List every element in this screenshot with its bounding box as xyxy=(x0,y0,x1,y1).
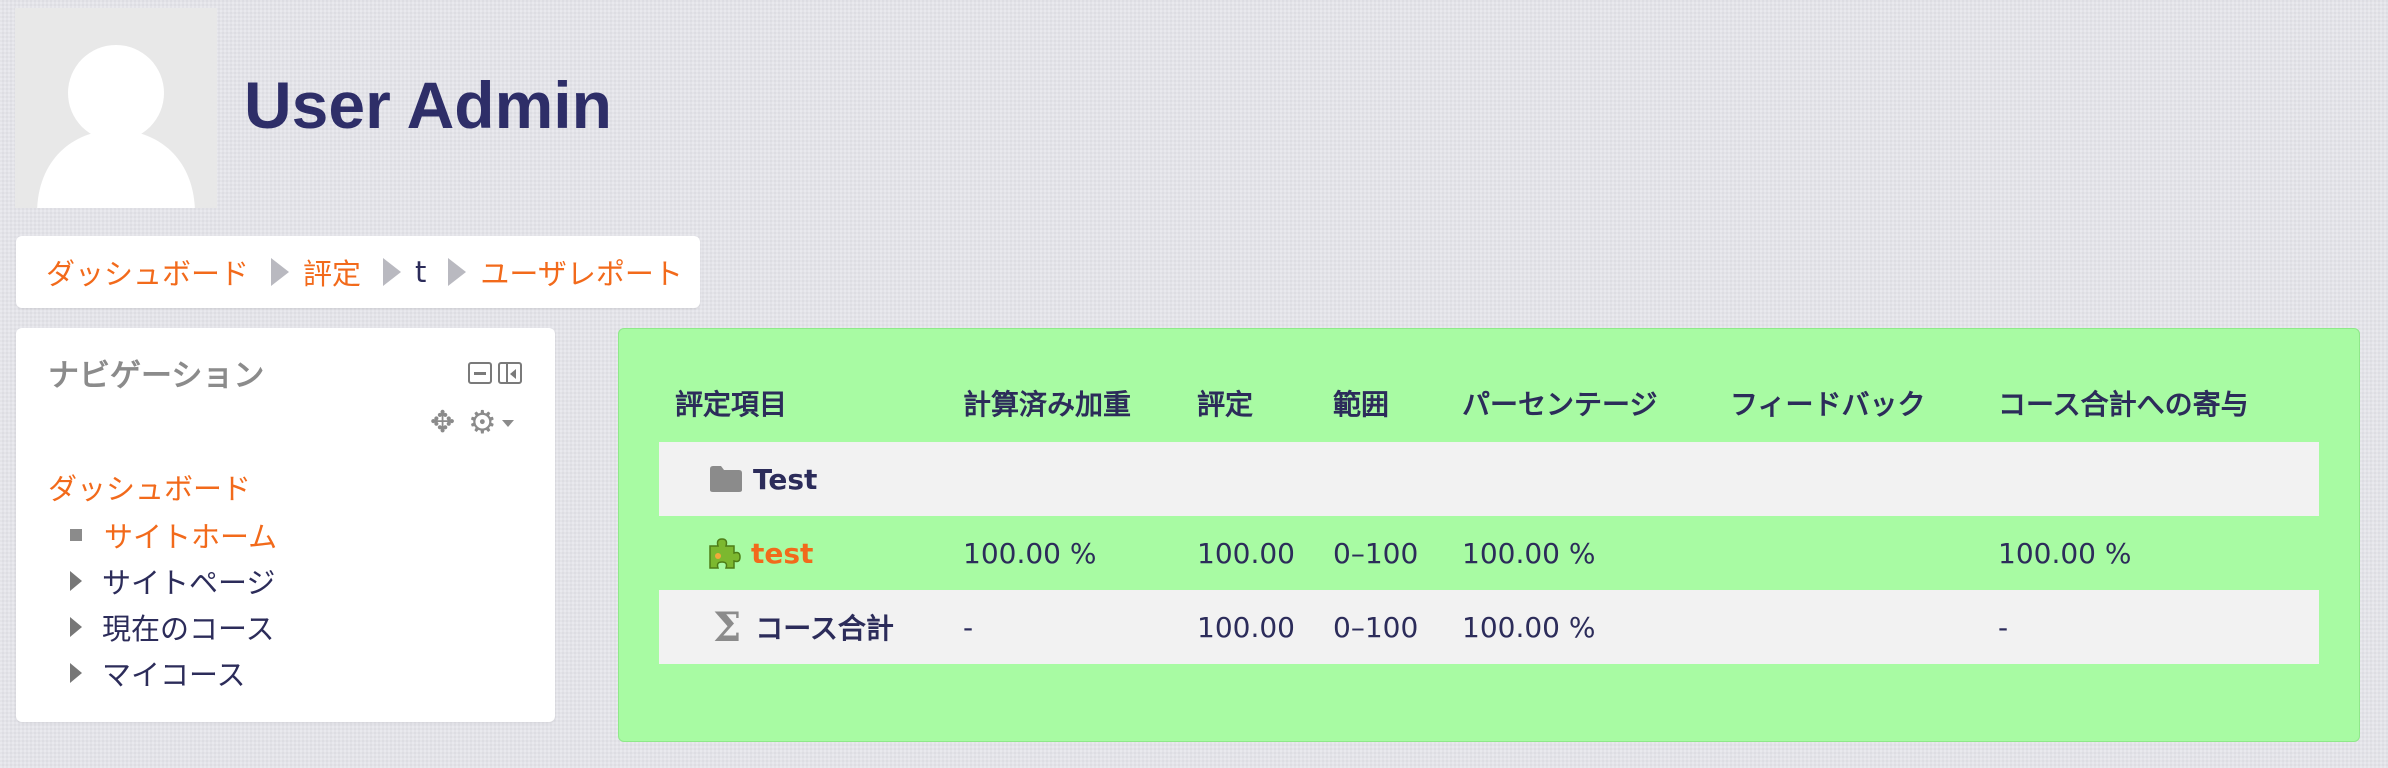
breadcrumb-dashboard[interactable]: ダッシュボード xyxy=(46,251,249,293)
item-percentage: 100.00 % xyxy=(1462,536,1596,570)
course-total-cell: Σ コース合計 xyxy=(713,590,894,664)
expand-arrow-icon xyxy=(70,663,82,683)
chevron-down-icon[interactable] xyxy=(502,420,514,427)
nav-item-my-courses[interactable]: マイコース xyxy=(56,652,246,694)
grade-item-link[interactable]: test xyxy=(751,537,813,570)
column-header-range: 範囲 xyxy=(1333,388,1390,421)
expand-arrow-icon xyxy=(70,617,82,637)
category-name: Test xyxy=(753,462,818,496)
column-header-feedback: フィードバック xyxy=(1730,388,1926,421)
column-header-grade: 評定 xyxy=(1197,388,1254,421)
page-title: User Admin xyxy=(244,68,612,142)
category-name-cell: Test xyxy=(709,442,817,516)
expand-arrow-icon xyxy=(70,571,82,591)
total-weight: - xyxy=(963,610,974,644)
gear-icon[interactable]: ⚙ xyxy=(468,406,497,438)
bullet-icon xyxy=(70,529,82,541)
user-avatar[interactable] xyxy=(15,8,217,208)
breadcrumb-separator-icon xyxy=(271,258,290,286)
table-row-grade-item: test 100.00 % 100.00 0–100 100.00 % 100.… xyxy=(659,518,2319,588)
nav-item-label: マイコース xyxy=(102,658,246,692)
user-report-panel: 評定項目 計算済み加重 評定 範囲 パーセンテージ フィードバック コース合計へ… xyxy=(618,328,2360,742)
item-range: 0–100 xyxy=(1333,536,1419,570)
nav-item-label: サイトホーム xyxy=(104,520,278,554)
sigma-icon: Σ xyxy=(713,603,742,651)
nav-dashboard-link[interactable]: ダッシュボード xyxy=(48,466,251,508)
nav-item-label: 現在のコース xyxy=(102,612,275,646)
item-weight: 100.00 % xyxy=(963,536,1097,570)
navigation-title: ナビゲーション xyxy=(48,358,265,394)
table-row-course-total: Σ コース合計 - 100.00 0–100 100.00 % - xyxy=(659,590,2319,664)
nav-item-site-pages[interactable]: サイトページ xyxy=(56,560,275,602)
nav-item-label: サイトページ xyxy=(102,566,276,600)
breadcrumb-separator-icon xyxy=(383,258,402,286)
breadcrumb-separator-icon xyxy=(448,258,467,286)
total-range: 0–100 xyxy=(1333,610,1419,644)
total-grade: 100.00 xyxy=(1197,610,1295,644)
nav-item-current-course[interactable]: 現在のコース xyxy=(56,606,275,648)
item-name-cell: test xyxy=(707,518,813,588)
table-row-category: Test xyxy=(659,442,2319,516)
nav-item-site-home[interactable]: サイトホーム xyxy=(56,514,277,556)
user-silhouette-icon xyxy=(15,8,217,208)
column-header-calculated-weight: 計算済み加重 xyxy=(963,388,1132,421)
breadcrumb-grades[interactable]: 評定 xyxy=(303,251,361,293)
total-contribution: - xyxy=(1998,610,2009,644)
folder-icon xyxy=(710,466,742,492)
item-grade: 100.00 xyxy=(1197,536,1295,570)
breadcrumb: ダッシュボード 評定 t ユーザレポート xyxy=(16,236,700,308)
item-contribution: 100.00 % xyxy=(1998,536,2132,570)
dock-block-icon[interactable] xyxy=(498,362,522,384)
course-total-name: コース合計 xyxy=(755,612,894,645)
column-header-grade-item: 評定項目 xyxy=(675,388,788,421)
puzzle-piece-icon xyxy=(709,538,741,569)
move-icon[interactable]: ✥ xyxy=(430,408,455,438)
column-header-percentage: パーセンテージ xyxy=(1462,388,1658,421)
hide-block-icon[interactable] xyxy=(468,362,492,384)
total-percentage: 100.00 % xyxy=(1462,610,1596,644)
column-header-contribution: コース合計への寄与 xyxy=(1998,388,2249,421)
breadcrumb-user-report[interactable]: ユーザレポート xyxy=(480,251,682,293)
navigation-block: ナビゲーション ✥ ⚙ ダッシュボード サイトホーム サイトページ 現在のコース… xyxy=(16,328,555,722)
breadcrumb-course: t xyxy=(415,255,427,289)
